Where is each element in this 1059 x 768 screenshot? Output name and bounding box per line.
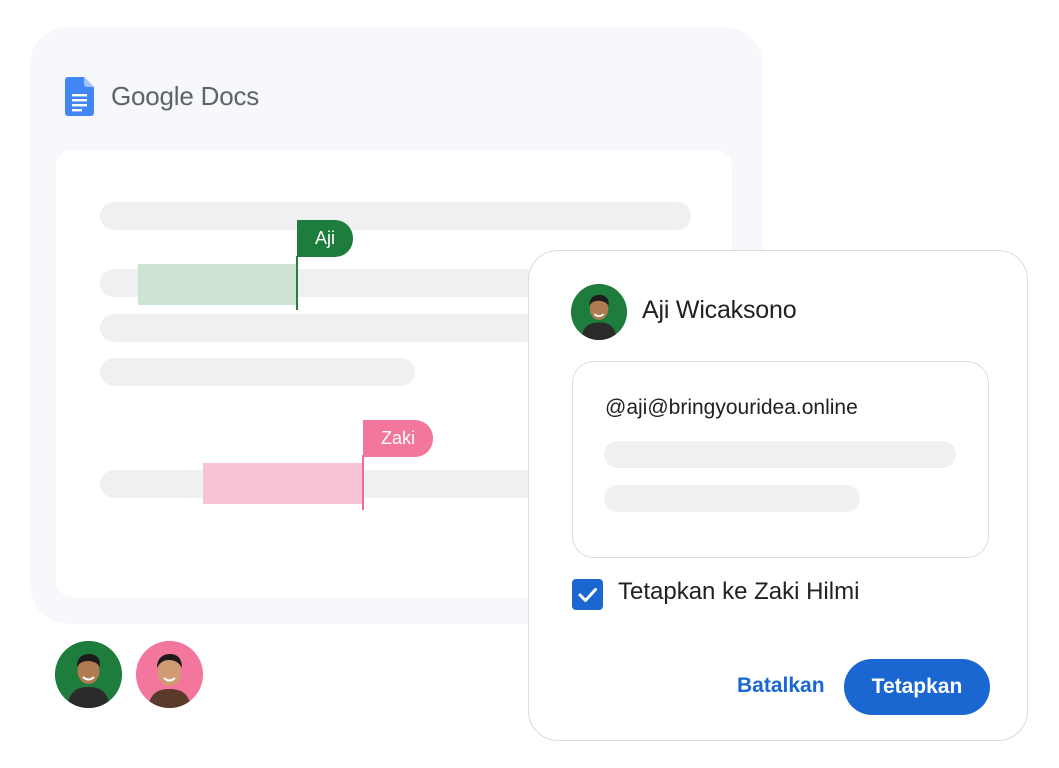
cursor-aji <box>296 256 298 310</box>
text-selection-aji <box>138 264 298 305</box>
text-selection-zaki <box>203 463 363 504</box>
author-avatar <box>571 284 627 340</box>
check-icon <box>578 588 597 602</box>
assign-checkbox-label[interactable]: Tetapkan ke Zaki Hilmi <box>618 578 859 606</box>
docs-icon <box>65 77 94 116</box>
avatar-zaki[interactable] <box>136 641 203 708</box>
author-name: Aji Wicaksono <box>642 296 797 324</box>
assign-button[interactable]: Tetapkan <box>844 659 990 715</box>
cursor-flag-aji: Aji <box>297 220 354 257</box>
cancel-button[interactable]: Batalkan <box>727 666 835 706</box>
assign-checkbox[interactable] <box>572 579 603 610</box>
comment-line-placeholder <box>604 485 860 512</box>
cursor-zaki <box>362 455 364 510</box>
cursor-flag-zaki: Zaki <box>363 420 434 457</box>
docs-header: Google Docs <box>65 77 259 116</box>
mention-text: @aji@bringyouridea.online <box>605 396 858 419</box>
app-title: Google Docs <box>111 81 260 111</box>
avatar-aji[interactable] <box>55 641 122 708</box>
text-line-placeholder <box>100 314 540 342</box>
comment-line-placeholder <box>604 441 956 468</box>
text-line-placeholder <box>100 202 691 230</box>
text-line-placeholder <box>100 358 415 386</box>
